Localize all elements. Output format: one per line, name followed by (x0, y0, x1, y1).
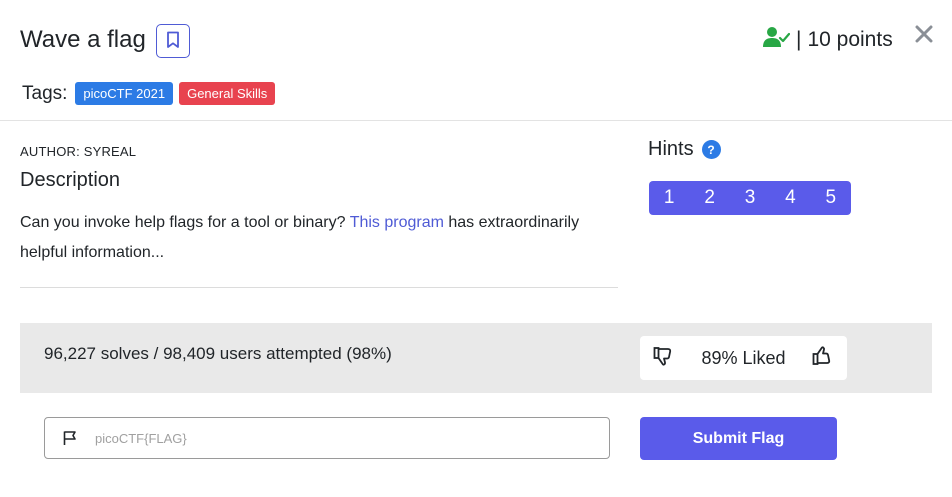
hints-heading: Hints ? (648, 138, 721, 161)
description-divider (20, 287, 618, 288)
description-heading: Description (20, 169, 121, 191)
solves-stats: 96,227 solves / 98,409 users attempted (… (44, 344, 392, 363)
flag-input-group (44, 417, 610, 459)
thumbs-up-button[interactable] (811, 345, 835, 372)
bookmark-button[interactable] (156, 24, 190, 58)
challenge-modal: Wave a flag | 10 points Tags: picoCTF 20… (0, 0, 952, 497)
points-separator: | (796, 28, 802, 51)
tags-row: Tags: picoCTF 2021 General Skills (22, 82, 276, 105)
flag-input[interactable] (95, 430, 575, 446)
thumbs-down-icon (653, 345, 675, 372)
author-label: AUTHOR: SYREAL (20, 144, 137, 159)
tag-picoctf-2021[interactable]: picoCTF 2021 (75, 82, 174, 105)
challenge-title: Wave a flag (20, 26, 146, 53)
flag-icon (45, 430, 95, 446)
points-display: | 10 points (762, 24, 893, 56)
thumbs-up-icon (812, 345, 834, 372)
bookmark-icon (166, 31, 180, 52)
tag-general-skills[interactable]: General Skills (179, 82, 276, 105)
modal-header: Wave a flag | 10 points Tags: picoCTF 20… (0, 0, 952, 121)
like-widget: 89% Liked (640, 336, 847, 380)
help-circle-icon[interactable]: ? (701, 140, 721, 159)
program-link[interactable]: This program (350, 214, 444, 231)
points-value: 10 points (807, 28, 893, 51)
user-check-icon (762, 25, 791, 55)
tags-label: Tags: (22, 82, 68, 104)
submit-flag-button[interactable]: Submit Flag (640, 417, 837, 460)
description-text: Can you invoke help flags for a tool or … (20, 208, 620, 268)
hint-button-5[interactable]: 5 (811, 181, 851, 215)
hints-button-group: 1 2 3 4 5 (649, 181, 851, 215)
stats-bar: 96,227 solves / 98,409 users attempted (… (20, 323, 932, 393)
liked-percentage: 89% Liked (701, 347, 786, 368)
hint-button-3[interactable]: 3 (730, 181, 770, 215)
hints-heading-label: Hints (648, 138, 694, 160)
close-icon (915, 25, 933, 48)
hint-button-2[interactable]: 2 (689, 181, 729, 215)
thumbs-down-button[interactable] (652, 346, 676, 370)
hint-button-1[interactable]: 1 (649, 181, 689, 215)
close-button[interactable] (912, 24, 936, 48)
hint-button-4[interactable]: 4 (770, 181, 810, 215)
description-text-before: Can you invoke help flags for a tool or … (20, 214, 350, 231)
